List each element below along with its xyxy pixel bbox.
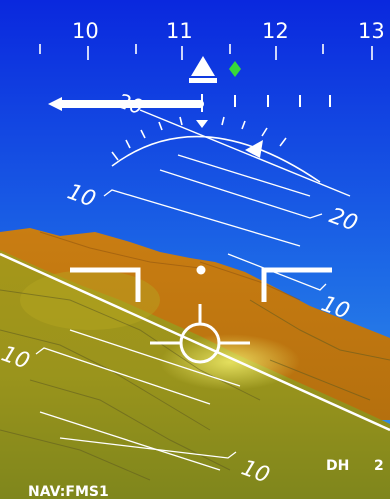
dh-value: 2 — [374, 458, 384, 474]
synthetic-vision-pfd: 10 11 12 13 20 10 20 10 10 10 DH 2 NAV:F… — [0, 0, 390, 499]
dh-label: DH — [326, 458, 349, 474]
heading-label-11: 11 — [166, 19, 193, 43]
heading-label-13: 13 — [358, 19, 385, 43]
heading-label-12: 12 — [262, 19, 289, 43]
boresight-dot — [196, 265, 206, 275]
pfd-canvas: 10 11 12 13 20 10 20 10 10 10 DH 2 NAV:F… — [0, 0, 390, 499]
heading-label-10: 10 — [72, 19, 99, 43]
nav-source-label: NAV:FMS1 — [28, 484, 109, 499]
